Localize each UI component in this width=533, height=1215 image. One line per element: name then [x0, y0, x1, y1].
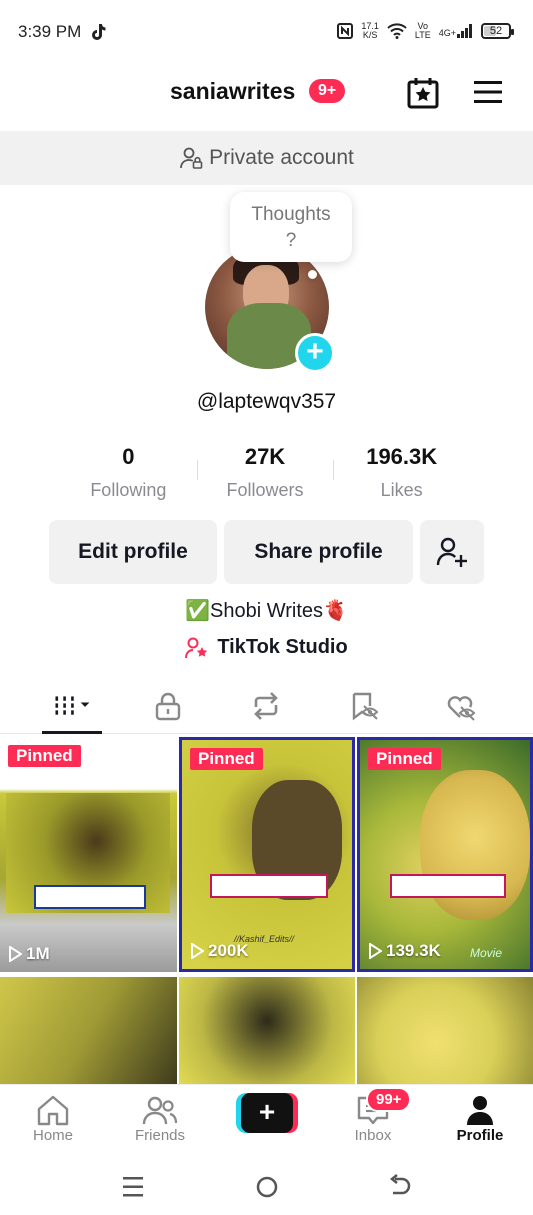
- back-icon[interactable]: [385, 1174, 415, 1200]
- system-navigation: [0, 1160, 533, 1215]
- caption-overlay: [390, 874, 506, 898]
- nav-profile-label: Profile: [456, 1127, 504, 1144]
- video-thumbnail[interactable]: Pinned 1M: [0, 737, 177, 972]
- stat-label: Likes: [380, 480, 423, 500]
- stat-label: Followers: [226, 480, 304, 500]
- volte-indicator: Vo LTE: [414, 21, 431, 40]
- stat-label: Following: [90, 480, 167, 500]
- private-user-icon: [180, 147, 203, 169]
- tab-videos[interactable]: [52, 688, 92, 724]
- stat-divider: [196, 460, 198, 480]
- profile-tabs: [0, 680, 533, 734]
- account-notification-badge: 9+: [309, 79, 346, 103]
- tiktok-studio-link[interactable]: TikTok Studio: [0, 636, 533, 659]
- view-count: 200K: [190, 941, 249, 961]
- video-thumbnail[interactable]: Pinned Movie 139.3K: [357, 737, 533, 972]
- tab-private[interactable]: [148, 688, 188, 724]
- profile-header: saniawrites 9+: [0, 64, 533, 128]
- stat-divider: [333, 460, 335, 480]
- menu-icon[interactable]: [472, 78, 504, 106]
- pinned-badge: Pinned: [190, 748, 263, 770]
- video-thumbnail[interactable]: [179, 977, 355, 1087]
- add-story-button[interactable]: +: [295, 333, 335, 373]
- stat-value: 196.3K: [366, 444, 438, 469]
- play-icon: [191, 943, 204, 959]
- tiktok-notification-icon: [92, 24, 106, 40]
- tab-favorites[interactable]: [344, 688, 384, 724]
- video-thumbnail[interactable]: [357, 977, 533, 1087]
- tiktok-studio-label: TikTok Studio: [217, 636, 348, 658]
- tab-reposts[interactable]: [246, 688, 286, 724]
- video-thumbnail[interactable]: [0, 977, 177, 1087]
- battery-icon: 52: [481, 23, 514, 39]
- pinned-badge: Pinned: [8, 745, 81, 767]
- play-icon: [369, 943, 382, 959]
- videos-grid-icon: [55, 696, 90, 715]
- calendar-star-icon[interactable]: [406, 76, 440, 110]
- stat-followers[interactable]: 27K Followers: [196, 444, 334, 504]
- plus-icon: +: [241, 1093, 293, 1133]
- lock-icon: [155, 692, 181, 721]
- nav-friends-label: Friends: [134, 1127, 186, 1144]
- nav-inbox-label: Inbox: [354, 1127, 392, 1144]
- nav-friends[interactable]: Friends: [115, 1093, 205, 1144]
- note-line-1: Thoughts: [251, 204, 331, 225]
- add-user-icon: [436, 537, 467, 567]
- status-time: 3:39 PM: [18, 22, 82, 41]
- video-thumbnail[interactable]: Pinned //Kashif_Edits// 200K: [179, 737, 355, 972]
- home-icon: [37, 1095, 69, 1126]
- profile-handle: @laptewqv357: [196, 390, 337, 413]
- note-bubble-tail: [308, 270, 317, 279]
- wifi-icon: [387, 23, 407, 39]
- inbox-badge: 99+: [366, 1087, 412, 1112]
- nav-home[interactable]: Home: [8, 1093, 98, 1144]
- edit-profile-button[interactable]: Edit profile: [49, 520, 217, 584]
- create-button[interactable]: +: [236, 1093, 298, 1133]
- nfc-icon: [337, 23, 354, 39]
- bookmark-hidden-icon: [352, 692, 379, 721]
- liked-hidden-icon: [447, 696, 476, 721]
- watermark: Movie: [470, 946, 503, 960]
- caption-overlay: [210, 874, 328, 898]
- home-circle-icon[interactable]: [252, 1174, 282, 1200]
- repost-icon: [254, 692, 278, 720]
- bottom-navigation: Home Friends + Inbox 99+ Profile: [0, 1084, 533, 1154]
- pinned-badge: Pinned: [368, 748, 441, 770]
- view-count: 1M: [8, 944, 50, 964]
- profile-stats: 0 Following 27K Followers 196.3K Likes: [60, 444, 470, 504]
- studio-user-star-icon: [185, 637, 208, 658]
- nav-home-label: Home: [32, 1127, 73, 1144]
- signal-icon: 4G+: [439, 24, 473, 38]
- stat-value: 0: [122, 444, 135, 469]
- username-switcher[interactable]: saniawrites: [170, 78, 295, 105]
- status-bar: 3:39 PM 17.1 K/S Vo LTE 4G+ 52: [0, 0, 533, 64]
- stat-likes[interactable]: 196.3K Likes: [333, 444, 470, 504]
- caption-overlay: [34, 885, 146, 909]
- friends-icon: [142, 1096, 178, 1125]
- tab-liked[interactable]: [440, 688, 480, 724]
- active-tab-indicator: [42, 731, 102, 734]
- view-count: 139.3K: [368, 941, 441, 961]
- recent-apps-icon[interactable]: [118, 1174, 148, 1200]
- private-account-banner: Private account: [0, 131, 533, 185]
- note-bubble[interactable]: Thoughts ?: [230, 192, 352, 262]
- stat-following[interactable]: 0 Following: [60, 444, 197, 504]
- private-account-label: Private account: [209, 146, 354, 169]
- network-speed: 17.1 K/S: [361, 21, 379, 40]
- stat-value: 27K: [244, 444, 286, 469]
- play-icon: [9, 946, 22, 962]
- nav-profile[interactable]: Profile: [435, 1093, 525, 1144]
- add-friends-button[interactable]: [420, 520, 484, 584]
- status-icons: 17.1 K/S Vo LTE 4G+ 52: [337, 21, 514, 40]
- profile-avatar[interactable]: +: [205, 245, 335, 373]
- profile-icon: [467, 1096, 493, 1125]
- note-line-2: ?: [285, 230, 297, 251]
- profile-bio: ✅Shobi Writes🫀: [185, 600, 348, 622]
- share-profile-button[interactable]: Share profile: [224, 520, 413, 584]
